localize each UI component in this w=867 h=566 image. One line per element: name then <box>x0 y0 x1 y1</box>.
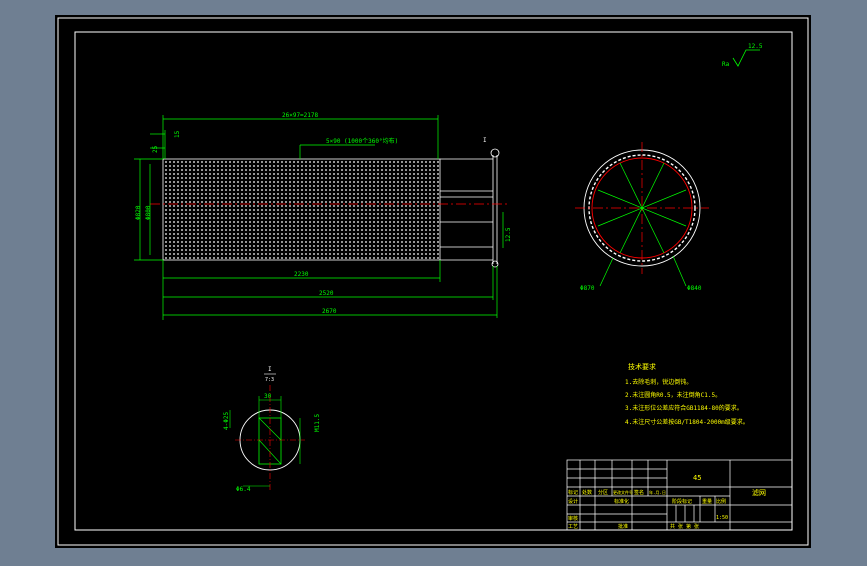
tech-note-3: 3.未注形位公差应符合GB1184-80的要求。 <box>625 404 743 412</box>
detail-dim-top: 30 <box>264 393 272 400</box>
tb-standardize: 标准化 <box>614 498 629 505</box>
tb-label-change: 更改文件号 <box>613 489 633 495</box>
tb-scale-value: 1:50 <box>716 515 728 521</box>
perforated-tube <box>162 158 441 261</box>
tb-label-count: 处数 <box>582 489 592 496</box>
drawing-sheet <box>55 15 811 548</box>
end-dim-left: Φ870 <box>580 285 595 292</box>
tech-note-2: 2.未注圆角R0.5，未注倒角C1.5。 <box>625 391 721 399</box>
roughness-value: 12.5 <box>748 43 763 50</box>
dim-top-pattern: 26×97=2178 <box>282 112 319 119</box>
end-dim-right: Φ840 <box>687 285 702 292</box>
detail-dim-bottom: Φ6.4 <box>236 486 251 493</box>
cad-viewport[interactable]: Ra 12.5 I 26×97=2178 5×90 (1000个360°均布) … <box>0 0 867 562</box>
dim-len-perforated: 2230 <box>294 271 309 278</box>
dim-left-b: 15 <box>174 130 181 138</box>
detail-dim-left: 4-Φ25 <box>223 412 230 430</box>
roughness-label: Ra <box>722 61 730 68</box>
dim-len-total: 2670 <box>322 308 337 315</box>
cad-drawing: Ra 12.5 I 26×97=2178 5×90 (1000个360°均布) … <box>55 15 811 548</box>
dim-len-mid: 2520 <box>319 290 334 297</box>
tb-material: 45 <box>693 474 701 482</box>
tb-sheets: 共 张 第 张 <box>670 523 699 530</box>
section-mark: I <box>483 137 487 144</box>
tb-label-date: 年.月.日 <box>649 489 666 495</box>
tb-designer: 设计 <box>568 498 578 505</box>
tech-note-1: 1.去除毛刺，锐边倒钝。 <box>625 378 692 386</box>
tb-drawing-name: 滤网 <box>752 488 766 497</box>
tb-approve: 批准 <box>618 523 628 530</box>
dim-outer-dia: Φ820 <box>135 205 142 220</box>
tb-scale-label: 比例 <box>716 498 726 505</box>
tb-label-mark: 标记 <box>568 489 578 496</box>
detail-label: I <box>268 366 272 373</box>
dim-pitch: 5×90 (1000个360°均布) <box>326 137 398 145</box>
dim-left-a: 25 <box>152 145 159 153</box>
detail-dim-right: M11.5 <box>314 414 321 432</box>
dim-inner-dia: Φ800 <box>145 205 152 220</box>
tb-review: 审核 <box>568 515 578 522</box>
tb-label-zone: 分区 <box>598 489 608 496</box>
detail-scale: 7:3 <box>265 377 274 383</box>
tb-label-sign: 签名 <box>634 489 644 496</box>
tb-stage: 阶段标记 <box>672 498 692 505</box>
tb-weight: 重量 <box>702 498 712 505</box>
tech-notes-title: 技术要求 <box>628 362 656 371</box>
dim-end-thk: 12.5 <box>505 227 512 242</box>
tech-note-4: 4.未注尺寸公差按GB/T1804-2000m级要求。 <box>625 418 749 426</box>
tb-process: 工艺 <box>568 524 578 530</box>
